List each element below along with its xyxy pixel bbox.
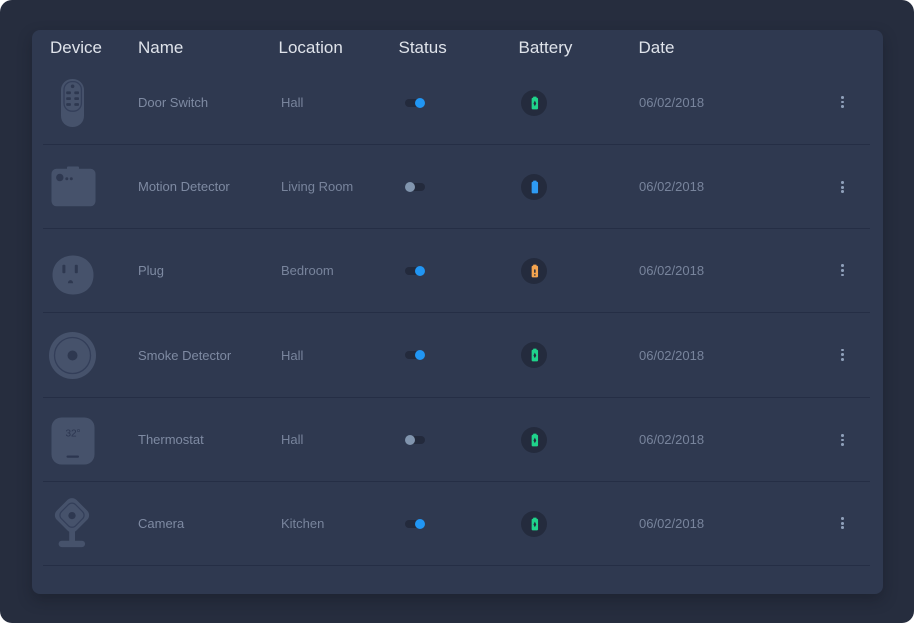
svg-text:32°: 32° — [65, 429, 80, 440]
